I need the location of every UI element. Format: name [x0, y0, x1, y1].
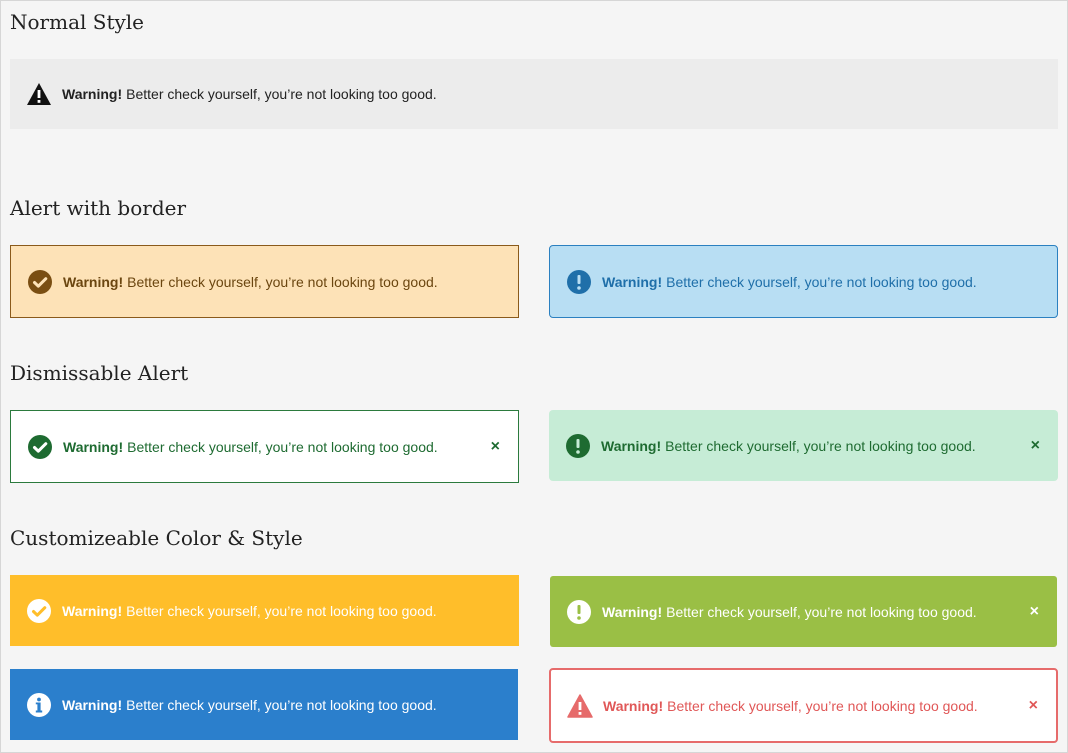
section-title-border: Alert with border: [10, 196, 187, 220]
alert-message: Better check yourself, you’re not lookin…: [127, 438, 438, 455]
alert-dismissable-white: Warning! Better check yourself, you’re n…: [10, 410, 519, 483]
alert-title: Warning!: [62, 86, 123, 102]
check-circle-icon: [27, 269, 53, 295]
alert-custom-red-outline: Warning! Better check yourself, you’re n…: [549, 668, 1058, 743]
exclamation-circle-icon: [566, 599, 592, 625]
alert-custom-blue: Warning! Better check yourself, you’re n…: [10, 669, 518, 740]
section-title-dismissable: Dismissable Alert: [10, 361, 189, 385]
alert-title: Warning!: [603, 697, 664, 714]
alert-message: Better check yourself, you’re not lookin…: [665, 437, 976, 454]
alert-custom-yellow: Warning! Better check yourself, you’re n…: [10, 575, 519, 646]
info-circle-icon: [26, 692, 52, 718]
alert-title: Warning!: [63, 273, 124, 290]
alert-message: Better check yourself, you’re not lookin…: [667, 697, 978, 714]
alert-normal: Warning! Better check yourself, you’re n…: [10, 59, 1058, 129]
alert-dismissable-green: Warning! Better check yourself, you’re n…: [549, 410, 1058, 481]
check-circle-icon: [27, 434, 53, 460]
warning-triangle-icon: [567, 693, 593, 719]
alert-border-orange: Warning! Better check yourself, you’re n…: [10, 245, 519, 318]
warning-triangle-icon: [26, 81, 52, 107]
alert-border-blue: Warning! Better check yourself, you’re n…: [549, 245, 1058, 318]
alert-message: Better check yourself, you’re not lookin…: [126, 602, 437, 619]
alert-title: Warning!: [62, 602, 123, 619]
alert-message: Better check yourself, you’re not lookin…: [127, 273, 438, 290]
close-icon[interactable]: ×: [1030, 603, 1039, 620]
close-icon[interactable]: ×: [1031, 437, 1040, 454]
exclamation-circle-icon: [566, 269, 592, 295]
alert-title: Warning!: [62, 696, 123, 713]
section-title-custom: Customizeable Color & Style: [10, 526, 303, 550]
section-title-normal: Normal Style: [10, 10, 145, 34]
alert-custom-olive: Warning! Better check yourself, you’re n…: [550, 576, 1057, 647]
alert-title: Warning!: [602, 273, 663, 290]
check-circle-icon: [26, 598, 52, 624]
exclamation-circle-icon: [565, 433, 591, 459]
close-icon[interactable]: ×: [1029, 697, 1038, 714]
alert-title: Warning!: [602, 603, 663, 620]
alert-message: Better check yourself, you’re not lookin…: [126, 696, 437, 713]
alert-title: Warning!: [601, 437, 662, 454]
alert-message: Better check yourself, you’re not lookin…: [666, 603, 977, 620]
alert-title: Warning!: [63, 438, 124, 455]
alert-message: Better check yourself, you’re not lookin…: [126, 86, 437, 102]
alert-message: Better check yourself, you’re not lookin…: [666, 273, 977, 290]
close-icon[interactable]: ×: [491, 438, 500, 455]
